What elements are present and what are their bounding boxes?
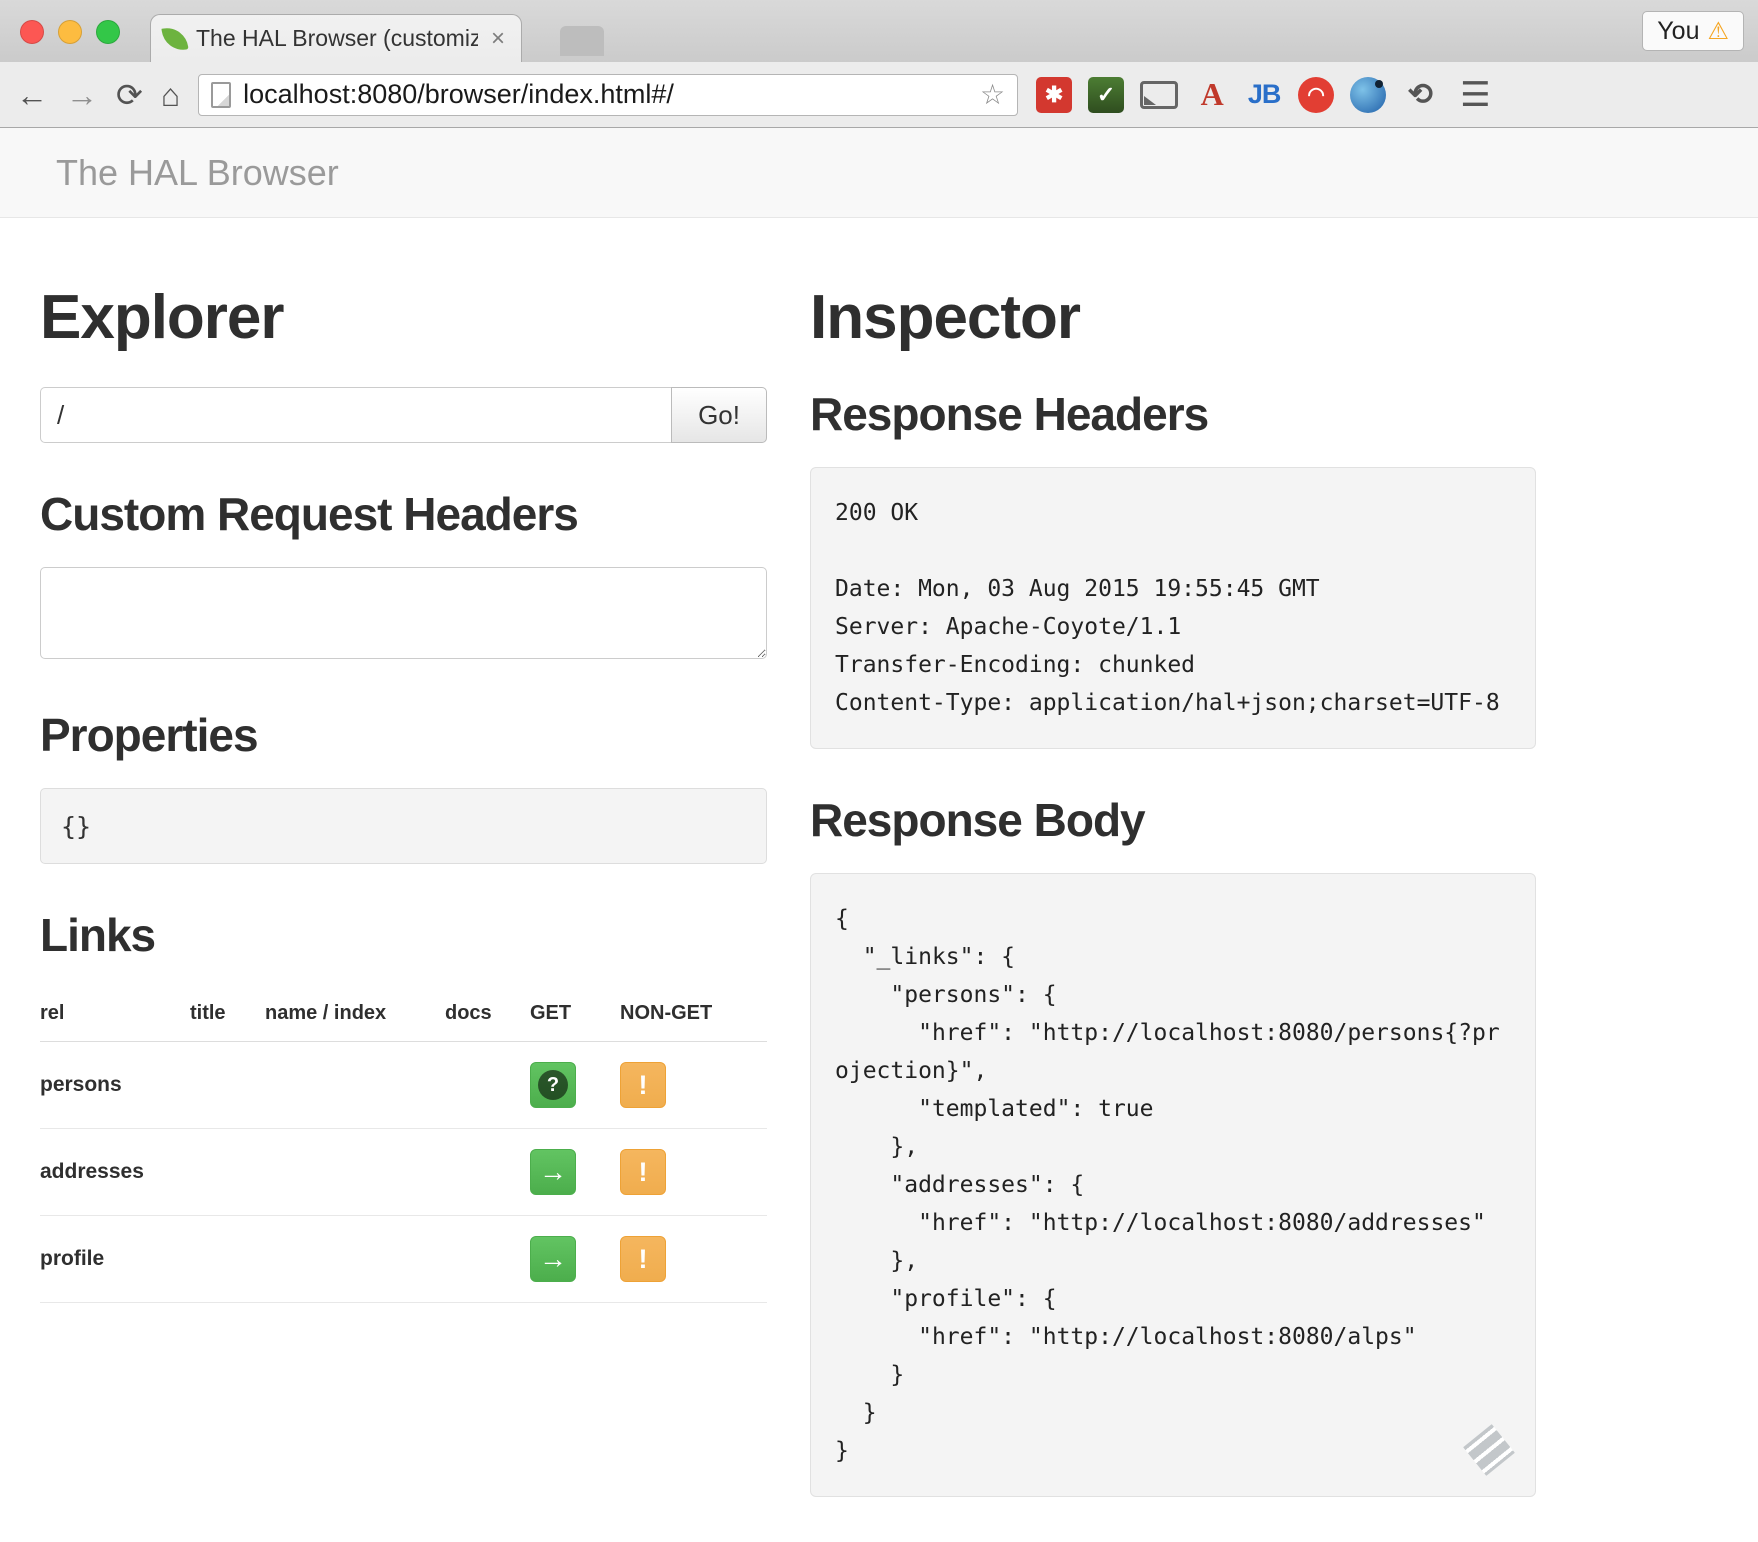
- main-content: Explorer Go! Custom Request Headers Prop…: [0, 218, 1758, 1497]
- table-row: persons ? !: [40, 1042, 767, 1129]
- inspector-panel: Inspector Response Headers 200 OK Date: …: [810, 258, 1536, 1497]
- close-window-button[interactable]: [20, 20, 44, 44]
- explorer-address-group: Go!: [40, 387, 767, 443]
- properties-value: {}: [40, 788, 767, 864]
- response-body-well: { "_links": { "persons": { "href": "http…: [810, 873, 1536, 1497]
- extension-icons: ✱ ✓ A JB ◠ ⟲: [1036, 77, 1438, 113]
- non-get-button[interactable]: !: [620, 1149, 666, 1195]
- links-title: Links: [40, 908, 767, 962]
- column-header-docs: docs: [445, 988, 530, 1042]
- you-label: You: [1657, 17, 1699, 46]
- column-header-nonget: NON-GET: [620, 988, 767, 1042]
- profile-you-button[interactable]: You ⚠: [1642, 11, 1744, 51]
- page-icon: [211, 82, 231, 108]
- question-icon: ?: [538, 1070, 568, 1100]
- swirl-extension-icon[interactable]: ◠: [1298, 77, 1334, 113]
- column-header-get: GET: [530, 988, 620, 1042]
- column-header-title: title: [190, 988, 265, 1042]
- menu-icon[interactable]: ☰: [1460, 75, 1490, 115]
- custom-headers-title: Custom Request Headers: [40, 487, 767, 541]
- home-button[interactable]: ⌂: [161, 79, 180, 111]
- custom-headers-textarea[interactable]: [40, 567, 767, 659]
- spring-leaf-favicon-icon: [161, 25, 188, 52]
- go-button[interactable]: Go!: [671, 387, 767, 443]
- column-header-rel: rel: [40, 988, 190, 1042]
- response-headers-text: 200 OK Date: Mon, 03 Aug 2015 19:55:45 G…: [835, 494, 1511, 722]
- inspector-title: Inspector: [810, 282, 1536, 353]
- asterisk-extension-icon[interactable]: ✱: [1036, 77, 1072, 113]
- get-button[interactable]: →: [530, 1236, 576, 1282]
- link-rel: profile: [40, 1216, 190, 1303]
- explorer-title: Explorer: [40, 282, 767, 353]
- minimize-window-button[interactable]: [58, 20, 82, 44]
- browser-toolbar: ← → ⟳ ⌂ localhost:8080/browser/index.htm…: [0, 62, 1758, 128]
- address-bar[interactable]: localhost:8080/browser/index.html#/ ☆: [198, 74, 1018, 116]
- globe-extension-icon[interactable]: [1350, 77, 1386, 113]
- response-headers-well: 200 OK Date: Mon, 03 Aug 2015 19:55:45 G…: [810, 467, 1536, 749]
- response-headers-title: Response Headers: [810, 387, 1536, 441]
- arrow-right-icon: →: [539, 1158, 567, 1186]
- link-rel: addresses: [40, 1129, 190, 1216]
- reload-button[interactable]: ⟳: [116, 79, 143, 111]
- exclamation-icon: !: [639, 1072, 648, 1099]
- site-header: The HAL Browser: [0, 128, 1758, 218]
- url-text[interactable]: localhost:8080/browser/index.html#/: [243, 79, 968, 110]
- browser-tab[interactable]: The HAL Browser (customiz ×: [150, 14, 522, 62]
- properties-title: Properties: [40, 708, 767, 762]
- explorer-panel: Explorer Go! Custom Request Headers Prop…: [40, 258, 767, 1497]
- checkmark-extension-icon[interactable]: ✓: [1088, 77, 1124, 113]
- bookmark-star-icon[interactable]: ☆: [980, 78, 1005, 111]
- warning-icon: ⚠: [1707, 17, 1729, 46]
- non-get-button[interactable]: !: [620, 1236, 666, 1282]
- exclamation-icon: !: [639, 1246, 648, 1273]
- cast-icon[interactable]: [1140, 81, 1178, 109]
- response-body-title: Response Body: [810, 793, 1536, 847]
- get-button[interactable]: ?: [530, 1062, 576, 1108]
- table-row: profile → !: [40, 1216, 767, 1303]
- tab-close-icon[interactable]: ×: [487, 25, 509, 53]
- back-button[interactable]: ←: [16, 79, 48, 111]
- tab-title: The HAL Browser (customiz: [196, 25, 478, 52]
- site-title: The HAL Browser: [56, 152, 339, 194]
- column-header-name-index: name / index: [265, 988, 445, 1042]
- history-sync-icon[interactable]: ⟲: [1402, 77, 1438, 113]
- explorer-address-input[interactable]: [40, 387, 671, 443]
- forward-button[interactable]: →: [66, 79, 98, 111]
- link-rel: persons: [40, 1042, 190, 1129]
- links-table: rel title name / index docs GET NON-GET …: [40, 988, 767, 1303]
- window-controls: [20, 20, 120, 44]
- jb-extension-icon[interactable]: JB: [1246, 77, 1282, 113]
- browser-tab-strip: The HAL Browser (customiz × You ⚠: [0, 0, 1758, 62]
- table-row: addresses → !: [40, 1129, 767, 1216]
- arrow-right-icon: →: [539, 1245, 567, 1273]
- letter-a-extension-icon[interactable]: A: [1194, 77, 1230, 113]
- exclamation-icon: !: [639, 1159, 648, 1186]
- non-get-button[interactable]: !: [620, 1062, 666, 1108]
- background-tab[interactable]: [560, 26, 604, 56]
- zoom-window-button[interactable]: [96, 20, 120, 44]
- get-button[interactable]: →: [530, 1149, 576, 1195]
- response-body-text: { "_links": { "persons": { "href": "http…: [835, 900, 1511, 1470]
